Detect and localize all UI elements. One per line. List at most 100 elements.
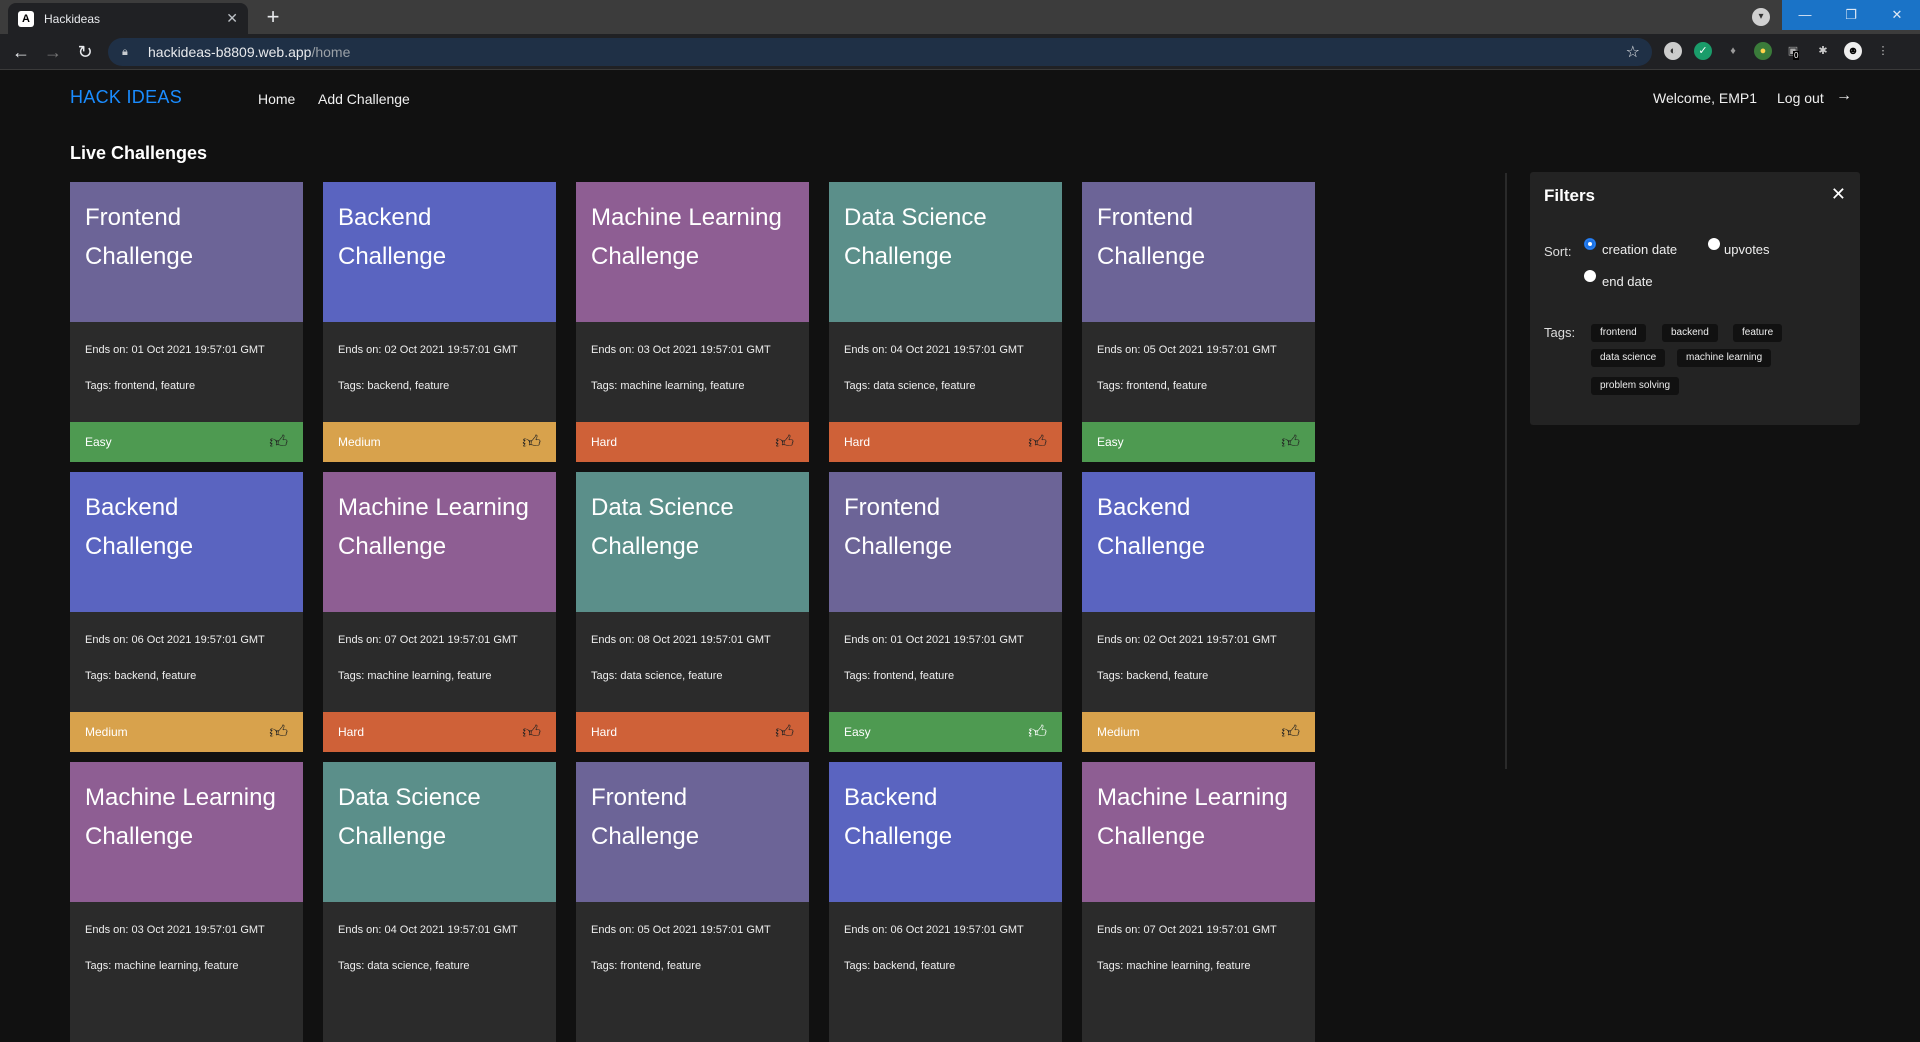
- filters-panel: Filters ✕ Sort: creation date upvotes en…: [1530, 172, 1860, 425]
- thumbs-up-icon[interactable]: 👍︎: [269, 431, 288, 453]
- card-tags: Tags: machine learning, feature: [1097, 960, 1251, 972]
- close-window-icon[interactable]: ✕: [1874, 0, 1920, 30]
- thumbs-up-icon[interactable]: 👍︎: [522, 721, 541, 743]
- tab-title: Hackideas: [44, 11, 101, 26]
- card-end-date: Ends on: 07 Oct 2021 19:57:01 GMT: [338, 634, 518, 646]
- thumbs-up-icon[interactable]: 👍︎: [1281, 431, 1300, 453]
- card-tags: Tags: backend, feature: [338, 380, 450, 392]
- extensions-puzzle-icon[interactable]: ✱: [1814, 42, 1832, 60]
- card-header: Data Science Challenge: [829, 182, 1062, 322]
- tab-close-icon[interactable]: ✕: [226, 10, 238, 27]
- card-title: Backend Challenge: [338, 204, 447, 270]
- bookmark-star-icon[interactable]: ☆: [1626, 42, 1640, 62]
- difficulty-label: Easy: [844, 725, 871, 739]
- brand-logo[interactable]: HACK IDEAS: [70, 87, 182, 108]
- thumbs-up-icon[interactable]: 👍︎: [775, 721, 794, 743]
- thumbs-up-icon[interactable]: 👍︎: [522, 431, 541, 453]
- sort-creation-date-label[interactable]: creation date: [1602, 242, 1677, 257]
- address-bar[interactable]: 🔒︎ hackideas-b8809.web.app/home ☆: [108, 38, 1652, 66]
- close-icon[interactable]: ✕: [1831, 184, 1846, 205]
- nav-add-challenge-link[interactable]: Add Challenge: [318, 91, 410, 107]
- card-title: Frontend Challenge: [1097, 204, 1206, 270]
- new-tab-button[interactable]: +: [260, 5, 286, 31]
- challenge-card[interactable]: Frontend Challenge Ends on: 05 Oct 2021 1…: [576, 762, 809, 1042]
- browser-tab[interactable]: A Hackideas ✕: [8, 3, 248, 34]
- card-footer: Hard 👍︎: [576, 422, 809, 462]
- card-footer: Hard 👍︎: [576, 712, 809, 752]
- extension-pin-icon[interactable]: ♦: [1724, 42, 1742, 60]
- challenge-card[interactable]: Backend Challenge Ends on: 02 Oct 2021 19…: [1082, 472, 1315, 752]
- challenge-card[interactable]: Machine Learning Challenge Ends on: 03 Oc…: [576, 182, 809, 462]
- challenge-card[interactable]: Data Science Challenge Ends on: 04 Oct 20…: [323, 762, 556, 1042]
- card-end-date: Ends on: 01 Oct 2021 19:57:01 GMT: [85, 344, 265, 356]
- card-end-date: Ends on: 03 Oct 2021 19:57:01 GMT: [591, 344, 771, 356]
- card-title: Data Science Challenge: [591, 494, 734, 560]
- tag-chip-frontend[interactable]: frontend: [1591, 324, 1646, 342]
- extension-badge-icon[interactable]: ▣0: [1784, 42, 1802, 60]
- tag-chip-data-science[interactable]: data science: [1591, 349, 1666, 367]
- browser-menu-icon[interactable]: ⋮: [1874, 42, 1892, 60]
- challenge-card[interactable]: Backend Challenge Ends on: 06 Oct 2021 19…: [70, 472, 303, 752]
- sort-upvotes-label[interactable]: upvotes: [1724, 242, 1770, 257]
- minimize-icon[interactable]: —: [1782, 0, 1828, 30]
- card-end-date: Ends on: 02 Oct 2021 19:57:01 GMT: [338, 344, 518, 356]
- extension-globe-icon[interactable]: ●: [1754, 42, 1772, 60]
- challenge-grid: Frontend Challenge Ends on: 01 Oct 2021 1…: [70, 182, 1315, 1042]
- challenge-card[interactable]: Data Science Challenge Ends on: 08 Oct 20…: [576, 472, 809, 752]
- sort-end-date-radio[interactable]: [1584, 270, 1596, 282]
- nav-home-link[interactable]: Home: [258, 91, 295, 107]
- logout-arrow-icon[interactable]: →: [1836, 87, 1852, 105]
- challenge-card[interactable]: Data Science Challenge Ends on: 04 Oct 20…: [829, 182, 1062, 462]
- tag-chip-backend[interactable]: backend: [1662, 324, 1718, 342]
- browser-tab-bar: A Hackideas ✕ + ▾ — ❐ ✕: [0, 0, 1920, 34]
- tag-chip-machine-learning[interactable]: machine learning: [1677, 349, 1772, 367]
- restore-icon[interactable]: ❐: [1828, 0, 1874, 30]
- tab-search-icon[interactable]: ▾: [1752, 8, 1770, 26]
- challenge-card[interactable]: Frontend Challenge Ends on: 01 Oct 2021 1…: [70, 182, 303, 462]
- card-body: Ends on: 07 Oct 2021 19:57:01 GMT Tags: m…: [1082, 902, 1315, 1002]
- card-header: Backend Challenge: [70, 472, 303, 612]
- challenge-card[interactable]: Frontend Challenge Ends on: 05 Oct 2021 1…: [1082, 182, 1315, 462]
- card-title: Machine Learning Challenge: [591, 204, 782, 270]
- tag-chip-problem-solving[interactable]: problem solving: [1591, 377, 1680, 395]
- challenge-card[interactable]: Machine Learning Challenge Ends on: 07 Oc…: [1082, 762, 1315, 1042]
- card-tags: Tags: frontend, feature: [1097, 380, 1208, 392]
- thumbs-up-icon[interactable]: 👍︎: [775, 431, 794, 453]
- logout-link[interactable]: Log out: [1777, 90, 1824, 106]
- reload-icon[interactable]: ↻: [74, 41, 96, 63]
- thumbs-up-icon[interactable]: 👍︎: [1028, 721, 1047, 743]
- thumbs-up-icon[interactable]: 👍︎: [1028, 431, 1047, 453]
- card-tags: Tags: frontend, feature: [591, 960, 702, 972]
- card-body: Ends on: 02 Oct 2021 19:57:01 GMT Tags: b…: [323, 322, 556, 422]
- card-footer: Hard 👍︎: [829, 422, 1062, 462]
- tags-label: Tags:: [1544, 325, 1576, 340]
- forward-arrow-icon[interactable]: →: [42, 41, 64, 63]
- back-arrow-icon[interactable]: ←: [10, 41, 32, 63]
- difficulty-label: Hard: [591, 435, 618, 449]
- card-title: Machine Learning Challenge: [338, 494, 529, 560]
- extension-compass-icon[interactable]: ◐: [1664, 42, 1682, 60]
- card-end-date: Ends on: 04 Oct 2021 19:57:01 GMT: [844, 344, 1024, 356]
- card-header: Backend Challenge: [1082, 472, 1315, 612]
- challenge-card[interactable]: Machine Learning Challenge Ends on: 03 Oc…: [70, 762, 303, 1042]
- card-header: Backend Challenge: [829, 762, 1062, 902]
- sort-upvotes-radio[interactable]: [1708, 238, 1720, 250]
- card-tags: Tags: machine learning, feature: [338, 670, 492, 682]
- challenge-card[interactable]: Backend Challenge Ends on: 02 Oct 2021 19…: [323, 182, 556, 462]
- card-tags: Tags: frontend, feature: [85, 380, 196, 392]
- challenge-card[interactable]: Frontend Challenge Ends on: 01 Oct 2021 1…: [829, 472, 1062, 752]
- thumbs-up-icon[interactable]: 👍︎: [269, 721, 288, 743]
- thumbs-up-icon[interactable]: 👍︎: [1281, 721, 1300, 743]
- url-path: /home: [311, 44, 351, 60]
- challenge-card[interactable]: Machine Learning Challenge Ends on: 07 Oc…: [323, 472, 556, 752]
- card-footer: Easy 👍︎: [1082, 422, 1315, 462]
- card-title: Machine Learning Challenge: [85, 784, 276, 850]
- tag-chip-feature[interactable]: feature: [1733, 324, 1783, 342]
- card-header: Frontend Challenge: [829, 472, 1062, 612]
- extension-shield-icon[interactable]: ✓: [1694, 42, 1712, 60]
- challenge-card[interactable]: Backend Challenge Ends on: 06 Oct 2021 19…: [829, 762, 1062, 1042]
- card-end-date: Ends on: 02 Oct 2021 19:57:01 GMT: [1097, 634, 1277, 646]
- sort-creation-date-radio[interactable]: [1584, 238, 1596, 250]
- sort-end-date-label[interactable]: end date: [1602, 274, 1653, 289]
- profile-avatar-icon[interactable]: ☻: [1844, 42, 1862, 60]
